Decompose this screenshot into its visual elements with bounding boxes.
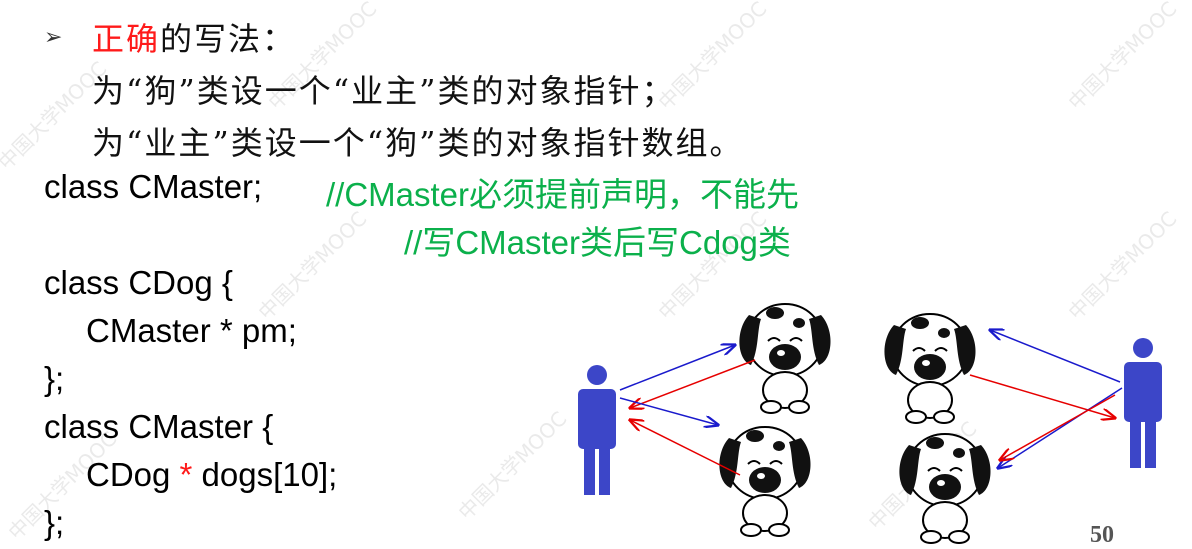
owner-left-figure: [578, 365, 616, 495]
code-dogs-name: dogs[10];: [192, 456, 338, 493]
pointer-star: *: [179, 456, 193, 493]
code-dogs-type: CDog: [86, 456, 180, 493]
heading: 正确的写法：: [92, 14, 296, 60]
dog-figure: [898, 433, 992, 544]
page-number: 50: [1090, 522, 1114, 548]
owner-right-figure: [1124, 338, 1162, 468]
watermark: 中国大学MOOC: [253, 206, 372, 325]
dog-owner-illustration: [578, 303, 1162, 544]
code-member-pm: CMaster * pm;: [86, 312, 297, 349]
explain-line-1: 为“狗”类设一个“业主”类的对象指针；: [92, 72, 676, 110]
bullet-icon: ➢: [44, 24, 63, 49]
code-close-2: };: [44, 504, 65, 541]
dog-figure: [718, 426, 812, 537]
arrow-owner-to-dog: [998, 387, 1123, 468]
watermark: 中国大学MOOC: [1063, 0, 1182, 115]
arrow-dog-to-owner: [630, 359, 756, 408]
arrow-owner-to-dog: [619, 345, 735, 391]
watermark: 中国大学MOOC: [453, 406, 572, 525]
dog-figure: [883, 313, 977, 424]
arrow-owner-to-dog: [990, 330, 1121, 383]
code-comment-1: //CMaster必须提前声明，不能先: [326, 176, 800, 213]
code-comment-2: //写CMaster类后写Cdog类: [404, 224, 791, 261]
explain-line-2: 为“业主”类设一个“狗”类的对象指针数组。: [92, 124, 744, 162]
code-class-cmaster: class CMaster {: [44, 408, 274, 445]
heading-highlight: 正确: [92, 20, 161, 58]
code-class-cdog: class CDog {: [44, 264, 233, 301]
arrow-owner-to-dog: [619, 397, 718, 425]
dog-figure: [738, 303, 832, 414]
arrow-dog-to-owner: [1000, 394, 1116, 460]
code-member-dogs: CDog * dogs[10];: [86, 456, 337, 494]
heading-rest: 的写法：: [160, 20, 297, 58]
arrow-dog-to-owner: [969, 374, 1115, 418]
code-forward-decl: class CMaster;: [44, 168, 263, 205]
code-close-1: };: [44, 360, 65, 397]
